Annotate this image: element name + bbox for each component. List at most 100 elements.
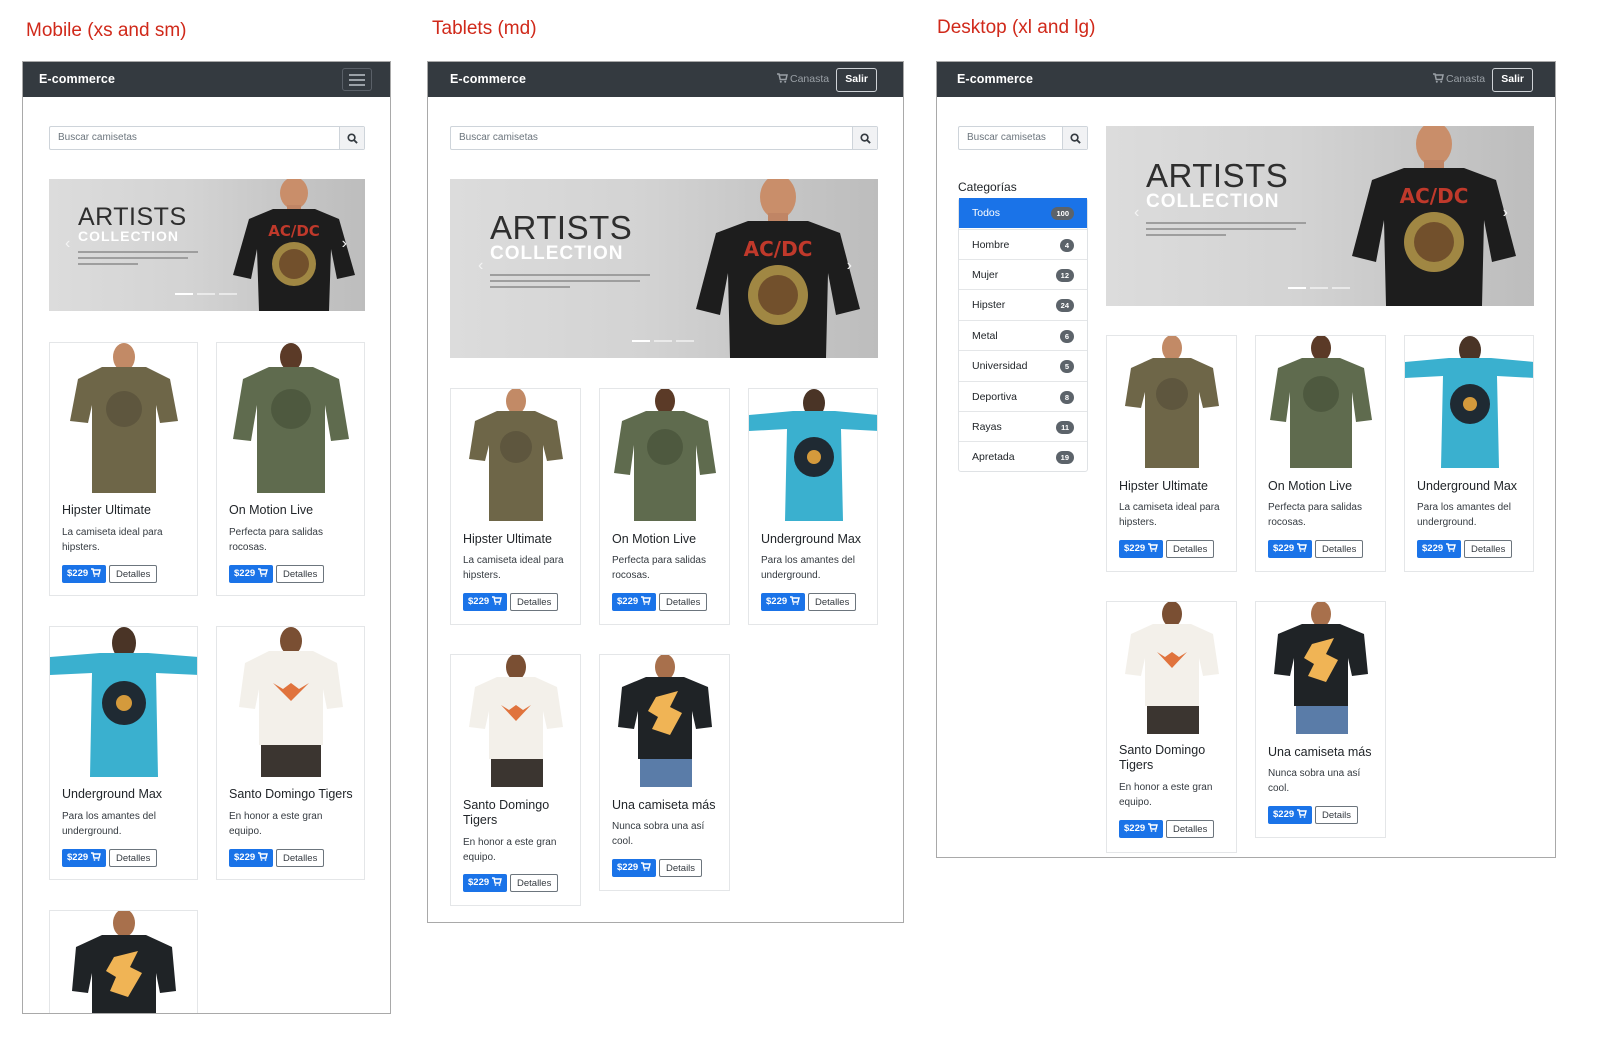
logout-button[interactable]: Salir: [836, 68, 877, 92]
add-to-cart-button[interactable]: $229: [229, 565, 274, 583]
menu-toggle-button[interactable]: [342, 68, 372, 91]
cart-link[interactable]: Canasta: [777, 73, 829, 85]
categories-heading: Categorías: [958, 180, 1017, 194]
product-title: Santo Domingo Tigers: [1119, 743, 1206, 772]
product-title: Una camiseta más: [612, 798, 716, 812]
cart-link[interactable]: Canasta: [1433, 73, 1485, 85]
product-image: [1125, 336, 1219, 468]
search-button[interactable]: [339, 127, 364, 149]
product-title: Una camiseta más: [1268, 745, 1372, 759]
carousel-indicators[interactable]: [175, 293, 239, 295]
product-description: Perfecta para salidas rocosas.: [229, 527, 323, 553]
category-item-rayas[interactable]: Rayas 11: [959, 411, 1087, 441]
logout-button[interactable]: Salir: [1492, 68, 1533, 92]
product-title: Santo Domingo Tigers: [463, 798, 550, 827]
brand-link[interactable]: E-commerce: [39, 72, 115, 86]
product-card: Hipster Ultimate La camiseta ideal para …: [450, 388, 581, 625]
product-title: On Motion Live: [229, 503, 314, 517]
cart-icon: [777, 73, 788, 83]
product-card: Underground Max Para los amantes del und…: [1404, 335, 1534, 572]
cart-icon: [492, 596, 503, 605]
product-description: Para los amantes del underground.: [62, 811, 156, 837]
details-button[interactable]: Detalles: [109, 849, 158, 867]
carousel[interactable]: ARTISTS COLLECTION AC/DC ‹ ›: [450, 179, 878, 358]
add-to-cart-button[interactable]: $229: [1417, 540, 1462, 558]
category-item-metal[interactable]: Metal 6: [959, 320, 1087, 350]
search-icon: [347, 133, 358, 144]
details-button[interactable]: Detalles: [510, 593, 559, 611]
details-button[interactable]: Detalles: [510, 874, 559, 892]
carousel-caption-lines: [78, 251, 198, 269]
brand-link[interactable]: E-commerce: [957, 72, 1033, 86]
add-to-cart-button[interactable]: $229: [62, 849, 107, 867]
product-card: Underground Max Para los amantes del und…: [49, 626, 198, 880]
details-button[interactable]: Detalles: [1464, 540, 1513, 558]
cart-icon: [641, 862, 652, 871]
product-title: Underground Max: [62, 787, 163, 801]
details-button[interactable]: Detalles: [1315, 540, 1364, 558]
add-to-cart-button[interactable]: $229: [1119, 820, 1164, 838]
product-card: On Motion Live Perfecta para salidas roc…: [1255, 335, 1386, 572]
details-button[interactable]: Detalles: [1166, 540, 1215, 558]
category-item-mujer[interactable]: Mujer 12: [959, 259, 1087, 289]
add-to-cart-button[interactable]: $229: [612, 859, 657, 877]
search-input[interactable]: Buscar camisetas: [49, 126, 365, 150]
carousel-indicators[interactable]: [1288, 287, 1352, 289]
details-button[interactable]: Detalles: [1166, 820, 1215, 838]
carousel[interactable]: ARTISTS COLLECTION AC/DC ‹ ›: [49, 179, 365, 311]
add-to-cart-button[interactable]: $229: [62, 565, 107, 583]
mobile-viewport-label: Mobile (xs and sm): [26, 20, 187, 41]
search-input[interactable]: Buscar camisetas: [450, 126, 878, 150]
carousel-title: ARTISTS: [1146, 157, 1289, 194]
hamburger-icon: [349, 79, 365, 81]
product-description: Perfecta para salidas rocosas.: [1268, 502, 1362, 528]
add-to-cart-button[interactable]: $229: [1119, 540, 1164, 558]
carousel-indicators[interactable]: [632, 340, 696, 342]
svg-text:AC/DC: AC/DC: [1400, 184, 1469, 208]
details-button[interactable]: Details: [1315, 806, 1359, 824]
search-button[interactable]: [852, 127, 877, 149]
details-button[interactable]: Detalles: [276, 849, 325, 867]
category-item-universidad[interactable]: Universidad 5: [959, 350, 1087, 380]
category-item-todos[interactable]: Todos 100: [959, 198, 1087, 228]
product-description: Para los amantes del underground.: [1417, 502, 1511, 528]
details-button[interactable]: Details: [659, 859, 703, 877]
cart-icon: [258, 852, 269, 861]
product-image: [1274, 602, 1368, 734]
details-button[interactable]: Detalles: [808, 593, 857, 611]
carousel-next-icon[interactable]: ›: [1503, 204, 1508, 222]
product-image: [469, 389, 563, 521]
category-item-hombre[interactable]: Hombre 4: [959, 229, 1087, 259]
details-button[interactable]: Detalles: [276, 565, 325, 583]
add-to-cart-button[interactable]: $229: [463, 593, 508, 611]
carousel-prev-icon[interactable]: ‹: [65, 235, 70, 253]
category-item-apretada[interactable]: Apretada 19: [959, 441, 1087, 471]
add-to-cart-button[interactable]: $229: [463, 874, 508, 892]
category-item-deportiva[interactable]: Deportiva 8: [959, 381, 1087, 411]
product-card: On Motion Live Perfecta para salidas roc…: [599, 388, 730, 625]
search-input[interactable]: Buscar camisetas: [958, 126, 1088, 150]
count-badge: 100: [1051, 207, 1074, 220]
add-to-cart-button[interactable]: $229: [1268, 806, 1313, 824]
brand-link[interactable]: E-commerce: [450, 72, 526, 86]
cart-icon: [258, 568, 269, 577]
add-to-cart-button[interactable]: $229: [229, 849, 274, 867]
add-to-cart-button[interactable]: $229: [1268, 540, 1313, 558]
add-to-cart-button[interactable]: $229: [761, 593, 806, 611]
carousel-next-icon[interactable]: ›: [342, 235, 347, 253]
mobile-frame: E-commerce Buscar camisetas ARTISTS COLL…: [22, 61, 391, 1014]
carousel[interactable]: ARTISTS COLLECTION AC/DC ‹ ›: [1106, 126, 1534, 306]
product-title: Underground Max: [761, 532, 862, 546]
category-item-hipster[interactable]: Hipster 24: [959, 289, 1087, 319]
add-to-cart-button[interactable]: $229: [612, 593, 657, 611]
product-image: [50, 627, 197, 777]
cart-icon: [1433, 73, 1444, 83]
product-image: [469, 655, 563, 787]
carousel-prev-icon[interactable]: ‹: [1134, 204, 1139, 222]
details-button[interactable]: Detalles: [659, 593, 708, 611]
carousel-next-icon[interactable]: ›: [847, 257, 852, 275]
carousel-prev-icon[interactable]: ‹: [478, 257, 483, 275]
details-button[interactable]: Detalles: [109, 565, 158, 583]
search-button[interactable]: [1062, 127, 1087, 149]
count-badge: 11: [1056, 421, 1074, 434]
